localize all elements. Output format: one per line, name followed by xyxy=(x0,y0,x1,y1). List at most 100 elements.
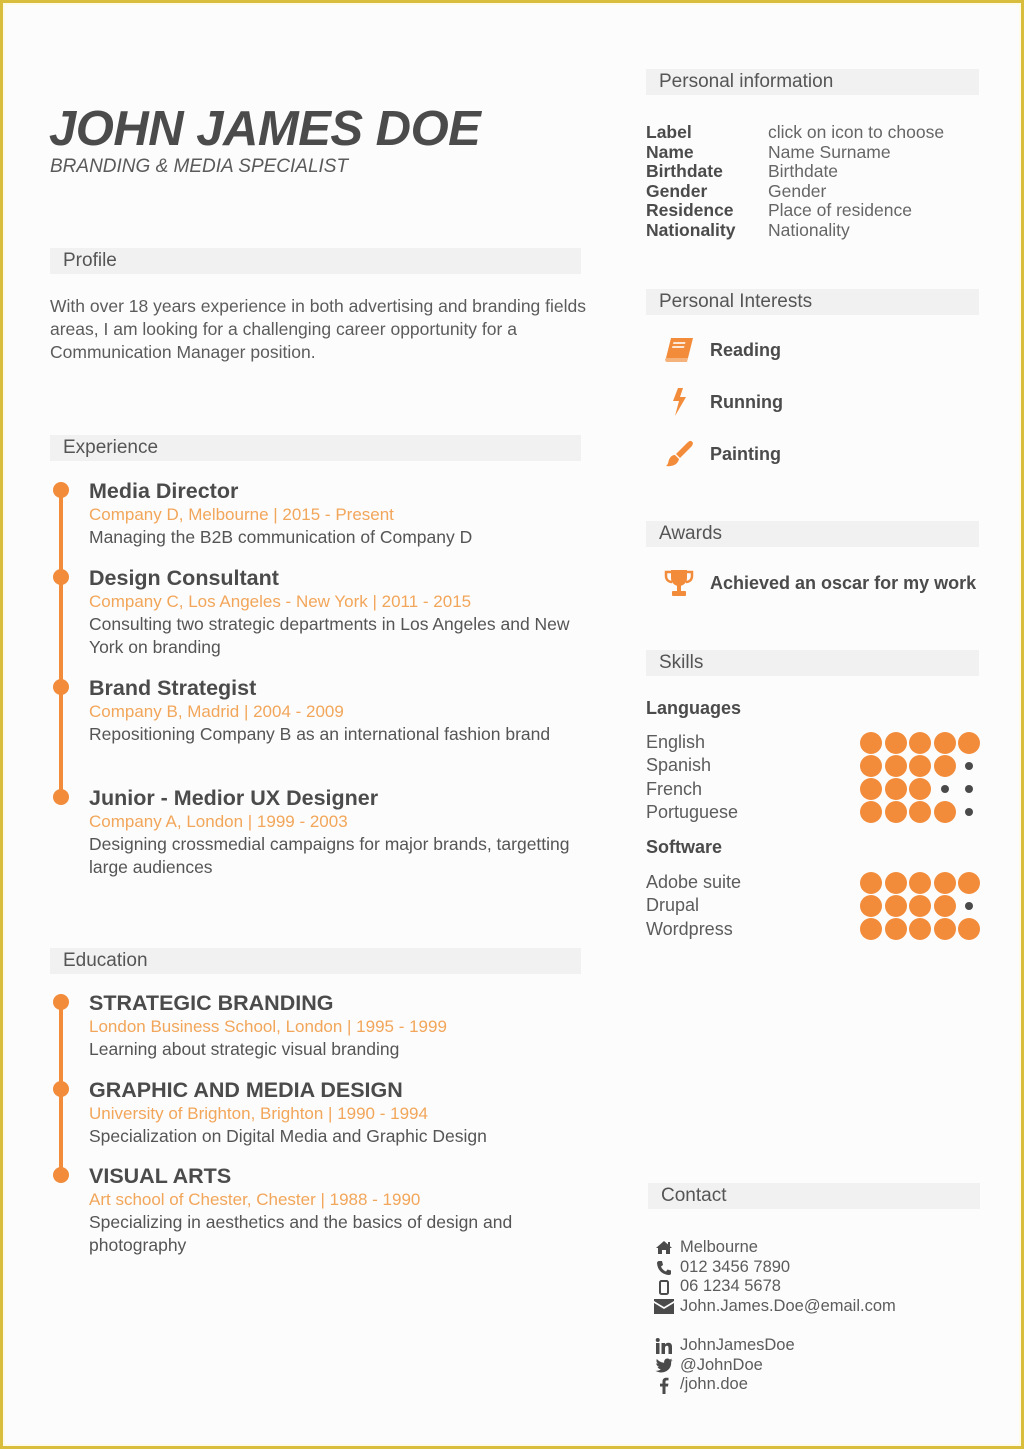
contact-linkedin[interactable]: JohnJamesDoe xyxy=(680,1336,795,1356)
rating-dot-filled xyxy=(884,801,907,824)
skill-row: French xyxy=(646,778,980,801)
rating-dot-filled xyxy=(909,801,931,824)
timeline-dot xyxy=(53,482,69,498)
contact-facebook[interactable]: /john.doe xyxy=(680,1375,748,1395)
contact-row: John.James.Doe@email.com xyxy=(654,1297,896,1317)
section-header-personal-information: Personal information xyxy=(646,69,979,95)
info-value[interactable]: click on icon to choose xyxy=(768,122,944,143)
info-key: Name xyxy=(646,141,694,162)
skill-row: Adobe suite xyxy=(646,871,980,894)
experience-item: Design Consultant Company C, Los Angeles… xyxy=(50,565,590,675)
rating-dot-filled xyxy=(860,731,882,754)
rating-dot-filled xyxy=(909,894,931,917)
contact-location: Melbourne xyxy=(680,1238,758,1256)
skill-name: Portuguese xyxy=(646,801,739,822)
book-icon xyxy=(662,335,696,365)
skill-name: Wordpress xyxy=(646,918,733,939)
email-icon xyxy=(654,1298,674,1316)
education-description: Specialization on Digital Media and Grap… xyxy=(89,1126,487,1146)
experience-item: Media Director Company D, Melbourne | 20… xyxy=(50,478,590,565)
section-header-education: Education xyxy=(50,948,581,974)
experience-company: Company D, Melbourne | 2015 - Present xyxy=(89,505,394,524)
contact-details: Melbourne 012 3456 7890 06 1234 5678 Joh… xyxy=(654,1238,896,1395)
paintbrush-icon xyxy=(662,439,696,469)
lightning-icon xyxy=(662,387,696,417)
rating-dot-filled xyxy=(860,871,882,894)
contact-row: Melbourne xyxy=(654,1238,896,1258)
rating-dot-filled xyxy=(884,918,907,941)
interest-label: Reading xyxy=(710,339,782,360)
personal-info-row: Birthdate Birthdate xyxy=(646,161,944,182)
experience-company: Company A, London | 1999 - 2003 xyxy=(89,812,348,831)
education-school: London Business School, London | 1995 - … xyxy=(89,1017,447,1036)
skill-name: Spanish xyxy=(646,755,712,776)
education-description: Learning about strategic visual branding xyxy=(89,1039,400,1059)
experience-item: Brand Strategist Company B, Madrid | 200… xyxy=(50,675,590,785)
skill-rating xyxy=(860,801,980,824)
phone-icon xyxy=(654,1259,674,1277)
skill-group-languages: Languages xyxy=(646,698,742,718)
experience-description: Repositioning Company B as an internatio… xyxy=(89,724,551,744)
personal-information-list: Label click on icon to choose Name Name Su… xyxy=(646,122,944,241)
section-header-experience: Experience xyxy=(50,435,581,461)
rating-dot-filled xyxy=(909,754,931,777)
contact-row: 06 1234 5678 xyxy=(654,1277,896,1297)
section-header-skills: Skills xyxy=(646,650,979,676)
personal-info-row: Residence Place of residence xyxy=(646,200,944,221)
rating-dot-filled xyxy=(884,894,907,917)
personal-info-row: Gender Gender xyxy=(646,181,944,202)
rating-dot-filled xyxy=(884,778,907,801)
education-item: STRATEGIC BRANDING London Business Schoo… xyxy=(50,990,590,1077)
contact-row: 012 3456 7890 xyxy=(654,1258,896,1278)
skill-group-software: Software xyxy=(646,837,723,857)
interest-label: Running xyxy=(710,391,783,412)
contact-phone[interactable]: 012 3456 7890 xyxy=(680,1258,790,1278)
experience-title: Media Director xyxy=(89,479,239,503)
skill-row: Wordpress xyxy=(646,918,980,941)
skill-name: Adobe suite xyxy=(646,872,742,892)
experience-title: Design Consultant xyxy=(89,566,279,590)
skill-rating xyxy=(860,754,980,777)
education-title: STRATEGIC BRANDING xyxy=(89,991,334,1015)
rating-dot-filled xyxy=(933,801,956,824)
resume-page: JOHN JAMES DOE BRANDING & MEDIA SPECIALI… xyxy=(0,0,1024,1449)
award-label: Achieved an oscar for my work xyxy=(710,572,977,593)
skill-name: French xyxy=(646,778,703,799)
skill-row: Portuguese xyxy=(646,801,980,824)
trophy-icon xyxy=(662,568,696,598)
personal-info-row: Label click on icon to choose xyxy=(646,122,944,143)
rating-dot-empty xyxy=(958,895,980,917)
info-key: Nationality xyxy=(646,219,736,240)
contact-email[interactable]: John.James.Doe@email.com xyxy=(680,1297,896,1317)
rating-dot-filled xyxy=(909,918,931,941)
contact-row: JohnJamesDoe xyxy=(654,1336,896,1356)
info-value: Place of residence xyxy=(768,200,912,220)
contact-twitter[interactable]: @JohnDoe xyxy=(680,1356,763,1376)
skill-rating xyxy=(860,871,980,894)
experience-description: Designing crossmedial campaigns for majo… xyxy=(89,834,570,877)
rating-dot-empty xyxy=(958,755,980,777)
experience-timeline: Media Director Company D, Melbourne | 20… xyxy=(50,478,590,878)
experience-title: Brand Strategist xyxy=(89,676,257,700)
rating-dot-filled xyxy=(909,871,931,894)
skill-rating xyxy=(860,778,980,801)
rating-dot-empty xyxy=(934,778,956,800)
rating-dot-filled xyxy=(884,731,907,754)
interest-item: Painting xyxy=(662,439,781,469)
rating-dot-filled xyxy=(958,871,980,894)
job-title: BRANDING & MEDIA SPECIALIST xyxy=(50,156,349,177)
rating-dot-empty xyxy=(958,801,980,823)
contact-mobile[interactable]: 06 1234 5678 xyxy=(680,1277,781,1297)
education-item: VISUAL ARTS Art school of Chester, Chest… xyxy=(50,1163,590,1256)
rating-dot-filled xyxy=(884,754,907,777)
personal-info-row: Nationality Nationality xyxy=(646,219,944,241)
interest-item: Reading xyxy=(662,335,781,365)
info-key: Label xyxy=(646,122,692,142)
section-header-personal-interests: Personal Interests xyxy=(646,289,979,315)
timeline-dot xyxy=(53,1081,69,1097)
info-key: Residence xyxy=(646,200,734,220)
rating-dot-filled xyxy=(860,754,882,777)
section-header-profile: Profile xyxy=(50,248,581,274)
section-header-contact: Contact xyxy=(648,1183,980,1209)
contact-row: @JohnDoe xyxy=(654,1356,896,1376)
